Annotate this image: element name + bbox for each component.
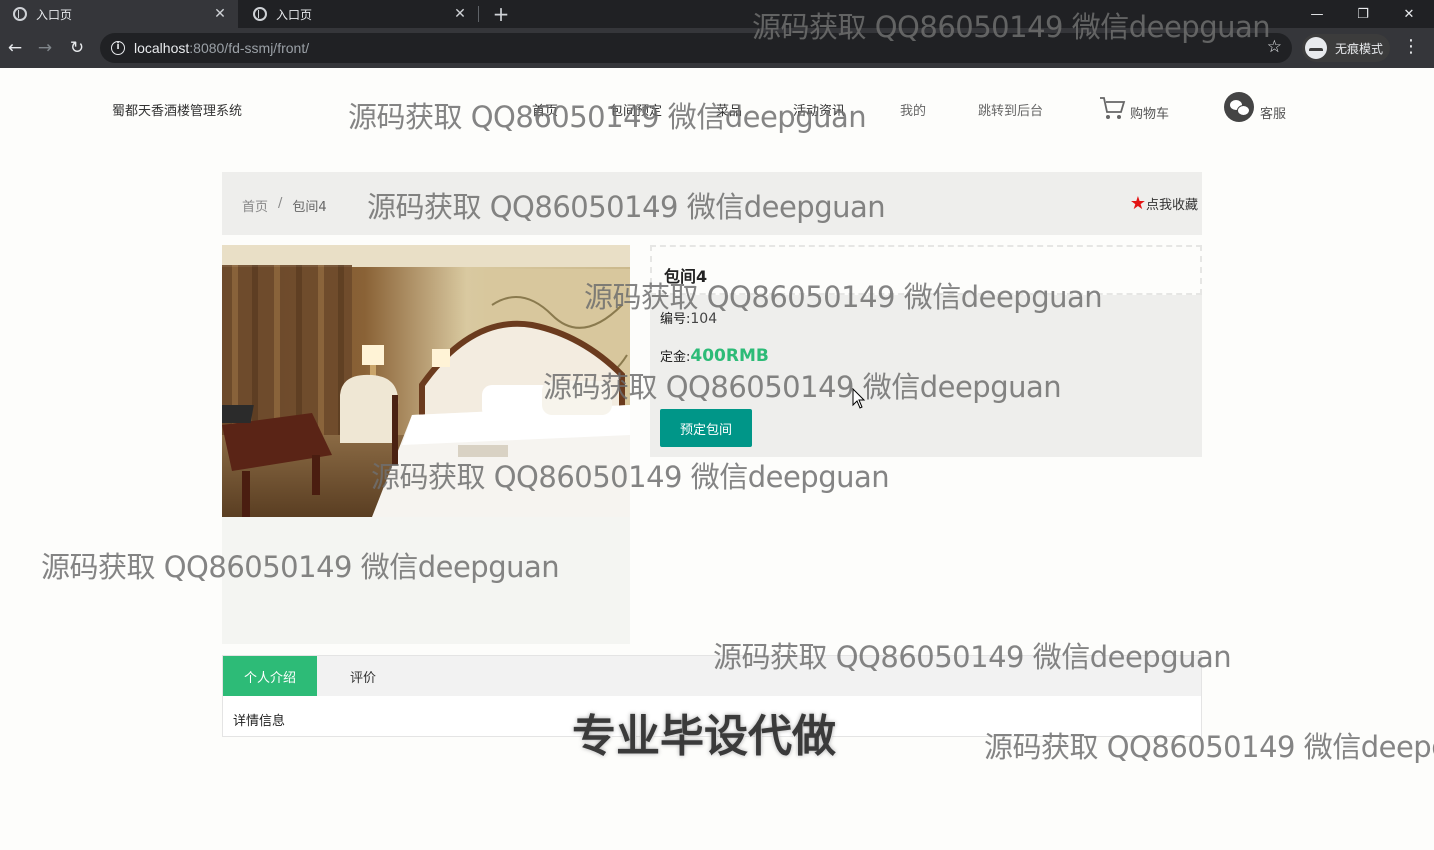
menu-icon[interactable]: ⋮ (1402, 36, 1420, 57)
breadcrumb-current: 包间4 (292, 200, 327, 215)
deposit-row: 定金: 400RMB (660, 346, 769, 366)
room-photo (222, 245, 630, 517)
browser-tab[interactable]: 入口页 ✕ (240, 0, 478, 28)
room-code-row: 编号: 104 (660, 308, 717, 327)
nav-home[interactable]: 首页 (532, 100, 558, 119)
star-icon: ★ (1129, 192, 1146, 214)
breadcrumb-home[interactable]: 首页 (242, 196, 268, 215)
room-code-label: 编号: (660, 312, 691, 327)
site-header: 蜀都天香酒楼管理系统 首页 包间预定 菜品 活动资讯 我的 跳转到后台 购物车 … (0, 68, 1434, 152)
service-label: 客服 (1260, 106, 1287, 122)
forward-arrow-icon[interactable]: → (34, 37, 56, 59)
room-title-box: 包间4 (650, 245, 1202, 295)
nav-news[interactable]: 活动资讯 (793, 100, 845, 119)
cart-icon (1100, 97, 1126, 119)
info-icon[interactable]: i (111, 41, 125, 55)
nav-room-booking[interactable]: 包间预定 (610, 100, 662, 119)
cart-label: 购物车 (1130, 106, 1170, 122)
minimize-button[interactable]: — (1294, 0, 1340, 28)
breadcrumb-bar: 首页 / 包间4 ★ 点我收藏 (222, 172, 1202, 235)
star-icon[interactable]: ☆ (1267, 37, 1282, 57)
tab-close-icon[interactable]: ✕ (450, 6, 470, 22)
reload-icon[interactable]: ↻ (66, 37, 88, 59)
nav-backend[interactable]: 跳转到后台 (978, 100, 1043, 119)
deposit-value: 400RMB (690, 346, 769, 366)
restore-button[interactable]: ❐ (1340, 0, 1386, 28)
mouse-cursor-icon (852, 388, 866, 409)
room-code-value: 104 (690, 311, 718, 327)
favorite-button[interactable]: ★ 点我收藏 (1130, 194, 1198, 213)
book-room-button[interactable]: 预定包间 (660, 409, 752, 447)
watermark-banner: 专业毕设代做 (571, 710, 837, 763)
nav-mine[interactable]: 我的 (900, 100, 926, 119)
new-tab-button[interactable]: + (490, 2, 512, 26)
url-host: localhost (134, 40, 190, 56)
tab-divider (478, 6, 479, 22)
tab-reviews[interactable]: 评价 (317, 656, 409, 696)
incognito-badge[interactable]: 无痕模式 (1302, 34, 1390, 62)
globe-icon (253, 7, 267, 21)
browser-tab-strip: 入口页 ✕ 入口页 ✕ + — ❐ ✕ (0, 0, 1434, 28)
customer-service-link[interactable]: 客服 (1224, 92, 1286, 122)
room-photo-illustration (222, 245, 630, 517)
room-info-panel: 包间4 编号: 104 定金: 400RMB 预定包间 (650, 245, 1202, 457)
tab-title: 入口页 (36, 7, 73, 22)
tab-close-icon[interactable]: ✕ (210, 6, 230, 22)
url-text[interactable]: localhost:8080/fd-ssmj/front/ (134, 40, 309, 56)
tabs-header: 个人介绍 评价 (223, 656, 1201, 696)
browser-toolbar: ← → ↻ i localhost:8080/fd-ssmj/front/ ☆ … (0, 28, 1434, 68)
tab-title: 入口页 (276, 7, 313, 22)
close-window-button[interactable]: ✕ (1386, 0, 1432, 28)
back-arrow-icon[interactable]: ← (4, 37, 26, 59)
tab-introduction[interactable]: 个人介绍 (223, 656, 317, 696)
photo-caption-area (222, 517, 630, 644)
site-brand[interactable]: 蜀都天香酒楼管理系统 (112, 100, 242, 119)
breadcrumb: 首页 / 包间4 (242, 196, 327, 215)
breadcrumb-separator: / (278, 196, 283, 211)
incognito-icon (1305, 37, 1327, 59)
url-path: :8080/fd-ssmj/front/ (189, 40, 310, 56)
room-title: 包间4 (664, 267, 708, 286)
browser-tab[interactable]: 入口页 ✕ (0, 0, 238, 28)
globe-icon (13, 7, 27, 21)
address-bar[interactable]: i localhost:8080/fd-ssmj/front/ ☆ (100, 33, 1292, 63)
nav-dishes[interactable]: 菜品 (716, 100, 742, 119)
incognito-label: 无痕模式 (1335, 41, 1384, 56)
favorite-label: 点我收藏 (1145, 198, 1198, 213)
cart-link[interactable]: 购物车 (1098, 94, 1169, 122)
wechat-icon (1224, 92, 1254, 122)
deposit-label: 定金: (660, 350, 691, 365)
